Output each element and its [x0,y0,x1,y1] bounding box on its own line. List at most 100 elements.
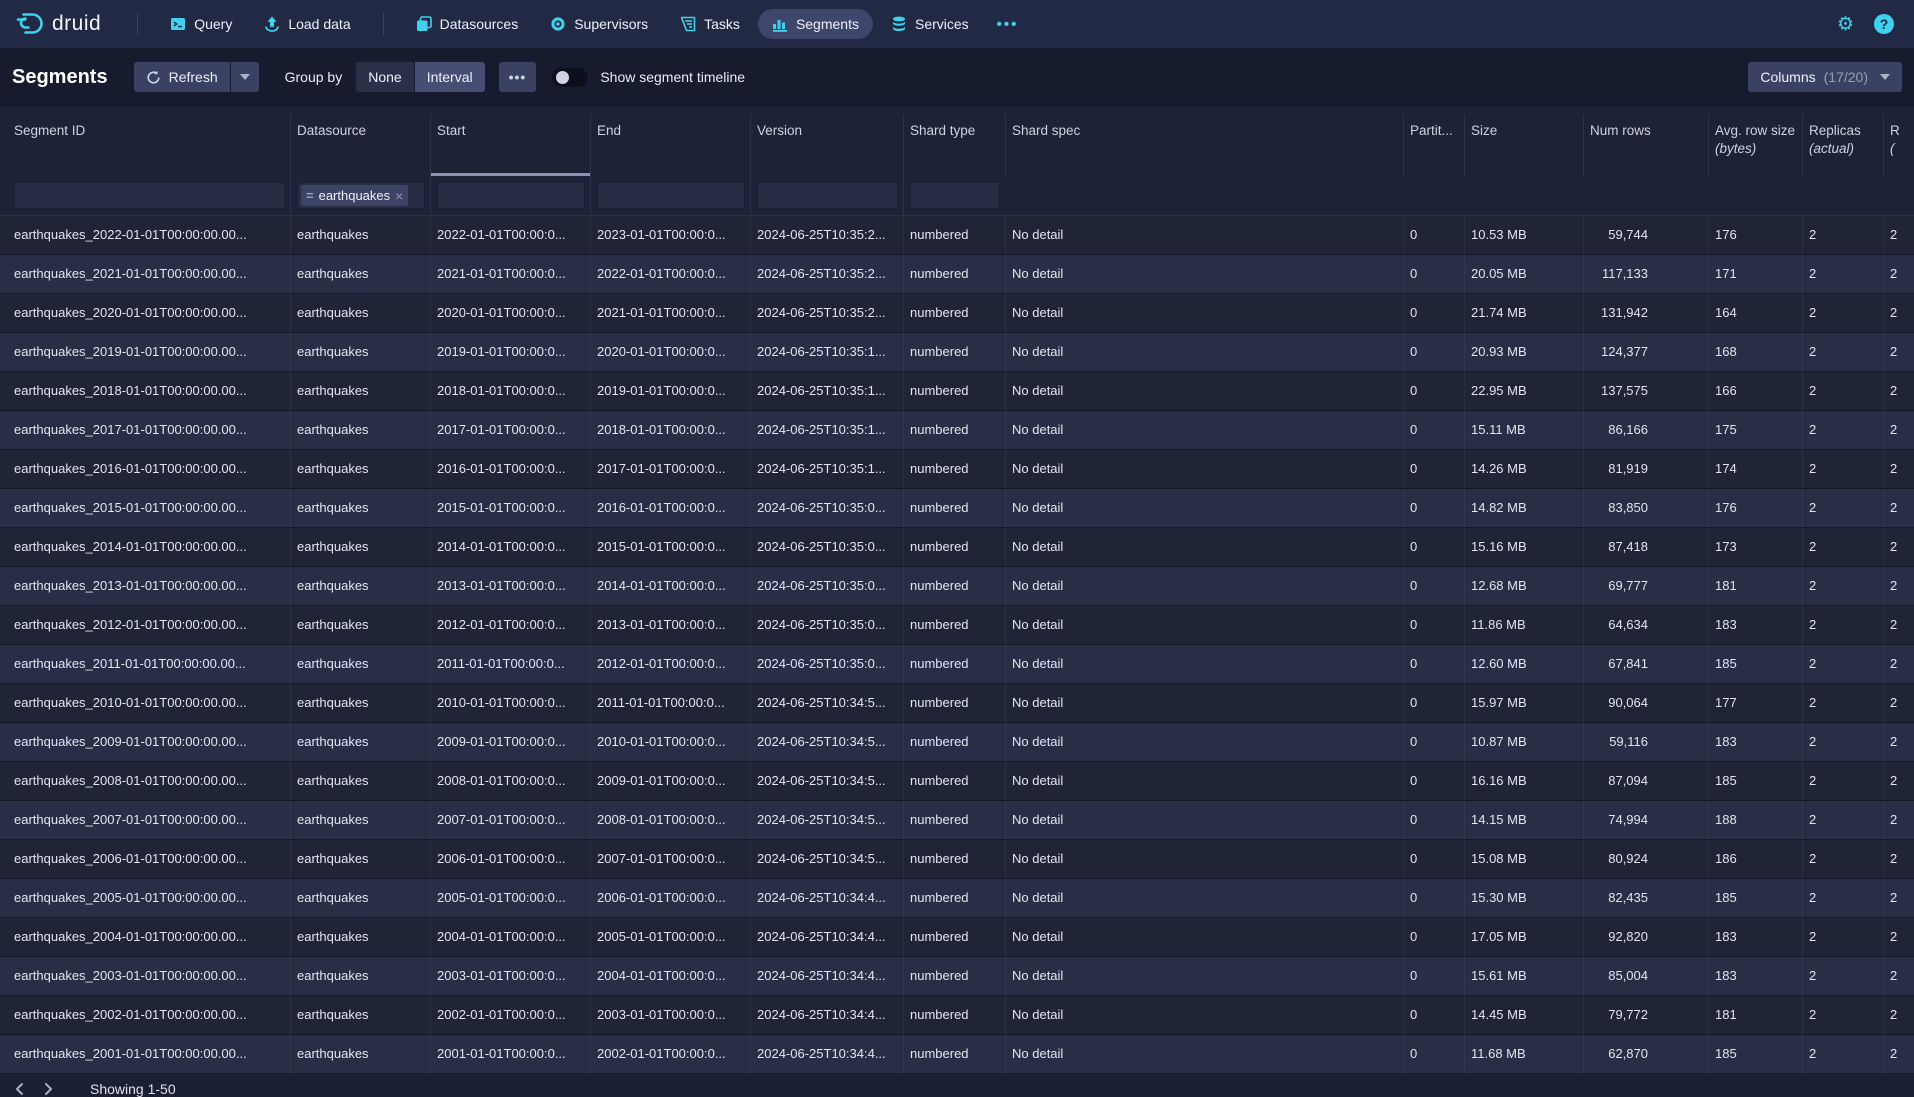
cell-shard-type: numbered [903,216,1005,254]
segments-icon [772,16,788,32]
nav-item-label: Services [915,16,969,32]
column-header-shard-type[interactable]: Shard type [903,114,1005,176]
cell-replication: 2 [1883,528,1914,566]
table-row[interactable]: earthquakes_2018-01-01T00:00:00.00...ear… [0,372,1914,411]
cell-end: 2017-01-01T00:00:0... [590,450,750,488]
remove-filter-icon[interactable]: × [395,188,403,204]
cell-segment-id: earthquakes_2020-01-01T00:00:00.00... [0,294,290,332]
column-header-replicas[interactable]: Replicas(actual) [1802,114,1883,176]
page-title: Segments [12,66,108,89]
nav-item-supervisors[interactable]: Supervisors [536,9,662,39]
filter-input-datasource[interactable]: = earthquakes × [297,182,425,209]
table-row[interactable]: earthquakes_2015-01-01T00:00:00.00...ear… [0,489,1914,528]
cell-version: 2024-06-25T10:35:0... [750,645,903,683]
nav-item-datasources[interactable]: Datasources [402,9,533,39]
refresh-caret-button[interactable] [231,62,259,92]
cell-start: 2011-01-01T00:00:0... [430,645,590,683]
column-header-partition[interactable]: Partit... [1403,114,1464,176]
filter-input-version[interactable] [757,182,898,209]
cell-size: 14.26 MB [1464,450,1583,488]
table-row[interactable]: earthquakes_2003-01-01T00:00:00.00...ear… [0,957,1914,996]
table-row[interactable]: earthquakes_2005-01-01T00:00:00.00...ear… [0,879,1914,918]
cell-size: 10.87 MB [1464,723,1583,761]
table-row[interactable]: earthquakes_2020-01-01T00:00:00.00...ear… [0,294,1914,333]
cell-avg-row-size: 176 [1708,216,1802,254]
cell-start: 2014-01-01T00:00:0... [430,528,590,566]
nav-item-services[interactable]: Services [877,9,983,39]
cell-num-rows: 92,820 [1583,918,1708,956]
filter-input-start[interactable] [437,182,585,209]
previous-page-button[interactable] [6,1077,34,1097]
columns-button[interactable]: Columns (17/20) [1748,62,1902,92]
filter-input-shard-type[interactable] [910,182,1000,209]
table-row[interactable]: earthquakes_2012-01-01T00:00:00.00...ear… [0,606,1914,645]
cell-segment-id: earthquakes_2001-01-01T00:00:00.00... [0,1035,290,1073]
cell-start: 2018-01-01T00:00:0... [430,372,590,410]
table-row[interactable]: earthquakes_2014-01-01T00:00:00.00...ear… [0,528,1914,567]
table-row[interactable]: earthquakes_2009-01-01T00:00:00.00...ear… [0,723,1914,762]
column-header-segment-id[interactable]: Segment ID [0,114,290,176]
table-row[interactable]: earthquakes_2022-01-01T00:00:00.00...ear… [0,216,1914,255]
cell-start: 2022-01-01T00:00:0... [430,216,590,254]
table-row[interactable]: earthquakes_2001-01-01T00:00:00.00...ear… [0,1035,1914,1074]
table-row[interactable]: earthquakes_2004-01-01T00:00:00.00...ear… [0,918,1914,957]
column-header-shard-spec[interactable]: Shard spec [1005,114,1403,176]
group-by-interval-button[interactable]: Interval [415,62,485,92]
group-by-more-button[interactable]: ••• [499,62,537,92]
cell-datasource: earthquakes [290,372,430,410]
druid-logo[interactable]: druid [14,11,101,37]
settings-gear-icon[interactable]: ⚙ [1829,9,1862,39]
nav-divider [383,13,384,35]
table-row[interactable]: earthquakes_2017-01-01T00:00:00.00...ear… [0,411,1914,450]
nav-item-query[interactable]: Query [156,9,246,39]
table-row[interactable]: earthquakes_2019-01-01T00:00:00.00...ear… [0,333,1914,372]
column-header-size[interactable]: Size [1464,114,1583,176]
cell-avg-row-size: 186 [1708,840,1802,878]
table-row[interactable]: earthquakes_2007-01-01T00:00:00.00...ear… [0,801,1914,840]
cell-segment-id: earthquakes_2002-01-01T00:00:00.00... [0,996,290,1034]
cell-size: 12.60 MB [1464,645,1583,683]
table-row[interactable]: earthquakes_2021-01-01T00:00:00.00...ear… [0,255,1914,294]
table-row[interactable]: earthquakes_2002-01-01T00:00:00.00...ear… [0,996,1914,1035]
column-header-num-rows[interactable]: Num rows [1583,114,1708,176]
cell-size: 15.97 MB [1464,684,1583,722]
table-row[interactable]: earthquakes_2013-01-01T00:00:00.00...ear… [0,567,1914,606]
cell-partition: 0 [1403,333,1464,371]
datasource-filter-tag[interactable]: = earthquakes × [301,185,408,206]
table-row[interactable]: earthquakes_2010-01-01T00:00:00.00...ear… [0,684,1914,723]
cell-num-rows: 69,777 [1583,567,1708,605]
nav-item-segments[interactable]: Segments [758,9,873,39]
cell-segment-id: earthquakes_2015-01-01T00:00:00.00... [0,489,290,527]
next-page-button[interactable] [34,1077,62,1097]
table-row[interactable]: earthquakes_2011-01-01T00:00:00.00...ear… [0,645,1914,684]
filter-input-segment-id[interactable] [14,182,285,209]
help-icon[interactable]: ? [1874,14,1894,34]
nav-item-load-data[interactable]: Load data [250,9,364,39]
cell-segment-id: earthquakes_2004-01-01T00:00:00.00... [0,918,290,956]
cell-start: 2012-01-01T00:00:0... [430,606,590,644]
refresh-button[interactable]: Refresh [134,62,230,92]
nav-more-button[interactable]: ••• [987,10,1029,39]
column-header-end[interactable]: End [590,114,750,176]
table-row[interactable]: earthquakes_2016-01-01T00:00:00.00...ear… [0,450,1914,489]
table-row[interactable]: earthquakes_2008-01-01T00:00:00.00...ear… [0,762,1914,801]
group-by-none-button[interactable]: None [356,62,413,92]
cell-size: 14.45 MB [1464,996,1583,1034]
cell-size: 15.11 MB [1464,411,1583,449]
cell-replicas: 2 [1802,957,1883,995]
cell-shard-type: numbered [903,918,1005,956]
column-header-datasource[interactable]: Datasource [290,114,430,176]
cell-datasource: earthquakes [290,684,430,722]
column-header-version[interactable]: Version [750,114,903,176]
column-header-avg-row-size[interactable]: Avg. row size(bytes) [1708,114,1802,176]
cell-shard-type: numbered [903,801,1005,839]
column-header-start[interactable]: Start [430,114,590,176]
table-row[interactable]: earthquakes_2006-01-01T00:00:00.00...ear… [0,840,1914,879]
cell-replication: 2 [1883,372,1914,410]
cell-end: 2006-01-01T00:00:0... [590,879,750,917]
segment-timeline-toggle[interactable] [552,68,588,87]
nav-item-tasks[interactable]: Tasks [666,9,754,39]
filter-input-end[interactable] [597,182,745,209]
cell-end: 2005-01-01T00:00:0... [590,918,750,956]
column-header-replication-factor[interactable]: R( [1883,114,1914,176]
